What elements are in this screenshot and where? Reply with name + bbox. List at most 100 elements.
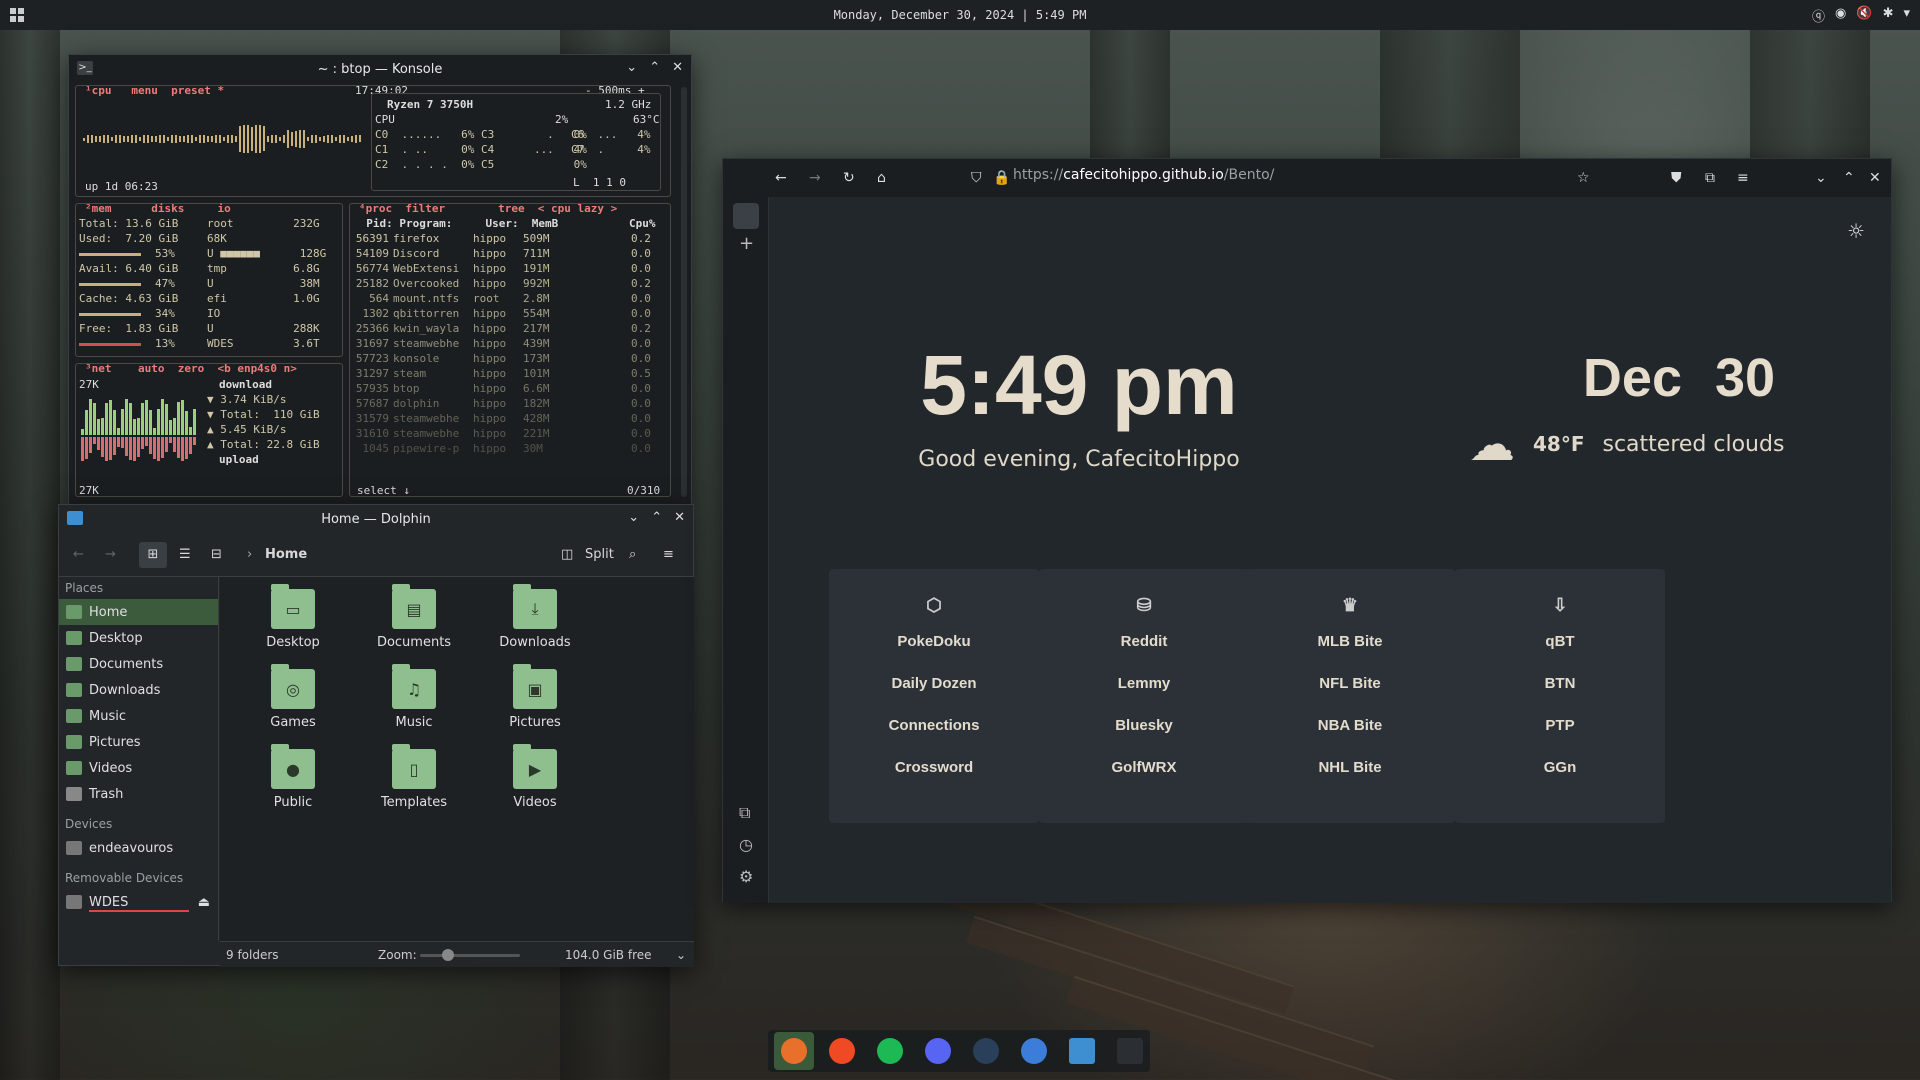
bluetooth-icon[interactable]: ✱: [1883, 6, 1894, 25]
theme-toggle-sun-icon[interactable]: ☼: [1847, 219, 1865, 243]
folder-public[interactable]: ● Public: [238, 744, 348, 810]
bookmark-link[interactable]: Reddit: [1039, 621, 1249, 663]
free-space[interactable]: 104.0 GiB free: [565, 948, 652, 962]
forward-icon[interactable]: →: [809, 170, 821, 186]
bookmark-link[interactable]: Connections: [829, 705, 1039, 747]
sidebar-item-downloads[interactable]: Downloads: [59, 677, 218, 703]
home-icon[interactable]: ⌂: [877, 170, 886, 186]
sidebar-item-desktop[interactable]: Desktop: [59, 625, 218, 651]
bookmark-link[interactable]: BTN: [1455, 663, 1665, 705]
steam-tray-icon[interactable]: ◉: [1835, 6, 1846, 25]
close-icon[interactable]: ✕: [674, 510, 685, 525]
breadcrumb-home[interactable]: Home: [265, 547, 307, 562]
bookmark-link[interactable]: qBT: [1455, 621, 1665, 663]
search-icon[interactable]: ⌕: [629, 547, 636, 562]
folder-videos[interactable]: ▶ Videos: [480, 744, 590, 810]
device-endeavouros[interactable]: endeavouros: [59, 835, 218, 861]
bookmark-link[interactable]: NHL Bite: [1245, 747, 1455, 789]
minimize-icon[interactable]: ⌄: [628, 510, 639, 525]
bookmark-star-icon[interactable]: ☆: [1577, 170, 1590, 186]
sidebar-item-home[interactable]: Home: [59, 599, 218, 625]
dock-qbittorrent[interactable]: [1014, 1032, 1054, 1070]
maximize-icon[interactable]: ⌃: [651, 510, 662, 525]
reload-icon[interactable]: ↻: [843, 170, 855, 186]
back-icon[interactable]: ←: [73, 547, 84, 562]
bookmark-link[interactable]: PTP: [1455, 705, 1665, 747]
lock-icon[interactable]: 🔒: [993, 170, 1010, 186]
bookmark-link[interactable]: GolfWRX: [1039, 747, 1249, 789]
volume-muted-icon[interactable]: 🔇: [1856, 6, 1872, 25]
bookmark-link[interactable]: PokeDoku: [829, 621, 1039, 663]
back-icon[interactable]: ←: [775, 170, 787, 186]
music-note-icon: ♫: [392, 664, 436, 709]
btop-terminal[interactable]: ¹cpu menu preset * 17:49:02 - 500ms + up…: [75, 83, 675, 503]
terminal-scrollbar[interactable]: [681, 87, 687, 497]
folder-desktop[interactable]: ▭ Desktop: [238, 584, 348, 650]
tree-view-icon[interactable]: ⊟: [211, 547, 222, 562]
split-icon[interactable]: ◫: [561, 547, 573, 562]
synced-tabs-icon[interactable]: ⧉: [739, 803, 750, 823]
close-icon[interactable]: ✕: [672, 60, 683, 75]
qbittorrent-tray-icon[interactable]: ⓠ: [1812, 6, 1825, 25]
extensions-icon[interactable]: ⧉: [1705, 170, 1715, 186]
net-download-bar: [113, 410, 116, 435]
folder-downloads[interactable]: ⤓ Downloads: [480, 584, 590, 650]
panel-clock[interactable]: Monday, December 30, 2024 | 5:49 PM: [0, 8, 1920, 22]
hamburger-menu-icon[interactable]: ≡: [663, 547, 674, 562]
minimize-icon[interactable]: ⌄: [626, 60, 637, 75]
history-icon[interactable]: ◷: [739, 835, 753, 854]
net-header[interactable]: ³net auto zero <b enp4s0 n>: [85, 361, 297, 376]
file-view[interactable]: ▭ Desktop ▤ Documents ⤓ Downloads ◎ Games ♫ Music…: [220, 577, 694, 941]
device-wdes[interactable]: WDES ⏏: [59, 889, 218, 915]
close-icon[interactable]: ✕: [1869, 170, 1881, 186]
maximize-icon[interactable]: ⌃: [649, 60, 660, 75]
folder-templates[interactable]: ▯ Templates: [359, 744, 469, 810]
dock-brave[interactable]: [822, 1032, 862, 1070]
folder-pictures[interactable]: ▣ Pictures: [480, 664, 590, 730]
maximize-icon[interactable]: ⌃: [1843, 170, 1855, 186]
dock-discord[interactable]: [918, 1032, 958, 1070]
bookmark-link[interactable]: MLB Bite: [1245, 621, 1455, 663]
forward-icon[interactable]: →: [105, 547, 116, 562]
proc-select[interactable]: select ↓: [357, 483, 410, 498]
bookmark-link[interactable]: Daily Dozen: [829, 663, 1039, 705]
tray-expand-icon[interactable]: ▾: [1903, 6, 1910, 25]
sidebar-item-pictures[interactable]: Pictures: [59, 729, 218, 755]
folder-games[interactable]: ◎ Games: [238, 664, 348, 730]
bookmark-link[interactable]: Bluesky: [1039, 705, 1249, 747]
icons-view-icon[interactable]: ⊞: [139, 541, 167, 568]
folder-documents[interactable]: ▤ Documents: [359, 584, 469, 650]
minimize-icon[interactable]: ⌄: [1815, 170, 1827, 186]
sidebar-item-videos[interactable]: Videos: [59, 755, 218, 781]
bookmark-link[interactable]: NBA Bite: [1245, 705, 1455, 747]
dock-spotify[interactable]: [870, 1032, 910, 1070]
url-bar[interactable]: https://cafecitohippo.github.io/Bento/: [1013, 167, 1274, 183]
mem-header[interactable]: ²mem disks io: [85, 201, 231, 216]
dock-konsole[interactable]: [1110, 1032, 1150, 1070]
tab-favicon[interactable]: [733, 203, 759, 229]
menu-icon[interactable]: ≡: [1737, 170, 1749, 186]
zoom-slider[interactable]: [420, 949, 520, 961]
dock-dolphin[interactable]: [1062, 1032, 1102, 1070]
chevron-down-icon[interactable]: ⌄: [676, 948, 686, 962]
pocket-icon[interactable]: ⛊: [1671, 170, 1682, 186]
details-view-icon[interactable]: ☰: [179, 547, 191, 562]
shield-icon[interactable]: ⛉: [971, 170, 982, 186]
bookmark-link[interactable]: GGn: [1455, 747, 1665, 789]
eject-icon[interactable]: ⏏: [198, 895, 210, 910]
settings-gear-icon[interactable]: ⚙: [739, 867, 753, 886]
folder-music[interactable]: ♫ Music: [359, 664, 469, 730]
dock-steam[interactable]: [966, 1032, 1006, 1070]
sidebar-item-documents[interactable]: Documents: [59, 651, 218, 677]
dock-firefox[interactable]: [774, 1032, 814, 1070]
sidebar-item-music[interactable]: Music: [59, 703, 218, 729]
bookmark-link[interactable]: NFL Bite: [1245, 663, 1455, 705]
bookmark-link[interactable]: Lemmy: [1039, 663, 1249, 705]
new-tab-icon[interactable]: +: [739, 233, 754, 254]
process-list[interactable]: 56391 firefox hippo 509M 0.2 54109 Discord hipp…: [353, 231, 659, 457]
bookmark-link[interactable]: Crossword: [829, 747, 1039, 789]
sidebar-item-trash[interactable]: Trash: [59, 781, 218, 807]
cpu-header[interactable]: ¹cpu menu preset *: [85, 83, 224, 98]
split-button[interactable]: Split: [585, 547, 614, 562]
proc-header[interactable]: ⁴proc filter tree < cpu lazy >: [359, 201, 617, 216]
